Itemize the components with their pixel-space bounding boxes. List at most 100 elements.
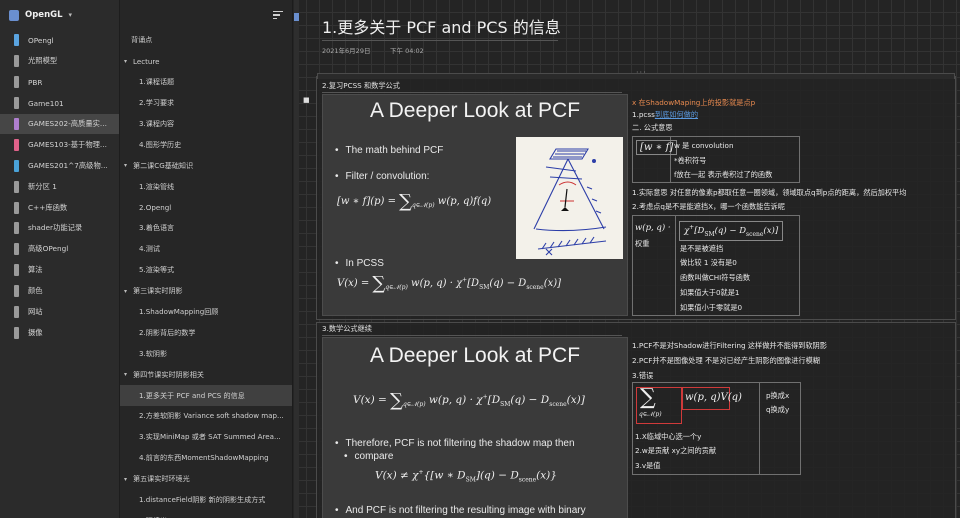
page-title[interactable]: 1.更多关于 PCF and PCS 的信息 [322, 14, 561, 38]
page-item[interactable]: 3.着色语言 [120, 218, 292, 239]
page-item[interactable]: 4.测试 [120, 239, 292, 260]
section-tab-item[interactable]: 高级OPengl [0, 239, 119, 260]
notebook-switcher[interactable]: OpenGL ▾ [0, 0, 119, 30]
note-line[interactable]: w 是 convolution [674, 141, 734, 151]
section-tab-item[interactable]: 光照模型 [0, 51, 119, 72]
page-item[interactable]: 4.前言的东西MomentShadowMapping [120, 448, 292, 469]
page-group-item[interactable]: ▾ 第四节课实时阴影相关 [120, 364, 292, 385]
note-line[interactable]: 2.w是贡献 xy之间的贡献 [635, 446, 716, 456]
note-line[interactable]: 1.实际意思 对任意的像素p都取任意一圈领域，领域取点q到p点的距离，然后加权平… [632, 188, 906, 198]
page-item[interactable]: 2.Opengl [120, 197, 292, 218]
section-tab-item[interactable]: PBR [0, 72, 119, 93]
note-line[interactable]: 函数叫做CHI符号函数 [680, 273, 750, 283]
page-item-label: 4.前言的东西MomentShadowMapping [139, 453, 269, 463]
note-line[interactable]: 做比较 1 没有是0 [680, 258, 737, 268]
section-tab-label: 摄像 [28, 327, 43, 337]
page-group-item[interactable]: ▾ 第五课实时环境光 [120, 469, 292, 490]
page-group-item[interactable]: ▾ Lecture [120, 51, 292, 72]
page-group-item[interactable]: ▾ 第三课实时阴影 [120, 281, 292, 302]
slide-bullet: And PCF is not filtering the resulting i… [335, 505, 586, 516]
section-heading-2[interactable]: 3.数学公式继续 [322, 324, 372, 334]
section-tab-item[interactable]: GAMES103-基于物理... [0, 134, 119, 155]
page-item-label: 1.distanceField阴影 新的阴影生成方式 [139, 495, 266, 505]
slide-bullet-cont: compare [344, 451, 394, 462]
note-line[interactable]: 1.X临域中心选一个y [635, 432, 701, 442]
note-line[interactable]: 如果值大于0就是1 [680, 288, 739, 298]
section-heading-1[interactable]: 2.复习PCSS 和数学公式 [322, 81, 400, 91]
slide-image-2[interactable]: A Deeper Look at PCF V(x) = ∑q∈𝒩(p) w(p,… [322, 337, 628, 518]
formula-pcss: V(x) = ∑q∈𝒩(p) w(p, q) · χ+[DSM(q) − Dsc… [337, 273, 562, 294]
page-list-header [120, 0, 292, 30]
heading-divider [322, 335, 622, 336]
note-line[interactable]: p换成x [766, 391, 789, 401]
slide-image-1[interactable]: A Deeper Look at PCF The math behind PCF… [322, 94, 628, 316]
section-tab-item[interactable]: 摄像 [0, 322, 119, 343]
note-line[interactable]: 如果值小于零就是0 [680, 303, 742, 313]
page-item[interactable]: 3.实现MiniMap 或者 SAT Summed Area... [120, 427, 292, 448]
container-drag-handle[interactable] [317, 68, 955, 79]
note-line[interactable]: 2.PCF并不是图像处理 不是对已经产生阴影的图像进行模糊 [632, 356, 820, 366]
collapse-chevron-icon[interactable]: ▾ [124, 58, 133, 65]
slide-title: A Deeper Look at PCF [369, 99, 581, 122]
collapse-chevron-icon[interactable]: ▾ [124, 476, 133, 483]
section-tab-item[interactable]: 网站 [0, 302, 119, 323]
section-tab-item[interactable]: GAMES202-高质量实... [0, 113, 119, 135]
page-item[interactable]: 2.方差软阴影 Variance soft shadow map... [120, 406, 292, 427]
note-line[interactable]: x 在ShadowMaping上的投影就是点p [632, 98, 755, 108]
note-line[interactable]: 是不是被遮挡 [680, 244, 723, 254]
note-line[interactable]: 3.错误 [632, 371, 653, 381]
collapse-chevron-icon[interactable]: ▾ [124, 162, 133, 169]
page-item[interactable]: 2.阴影背后的数学 [120, 322, 292, 343]
page-item[interactable]: 5.渲染等式 [120, 260, 292, 281]
page-item[interactable]: 背诵点 [120, 30, 292, 51]
page-item-label: 2.学习要求 [139, 98, 175, 108]
page-item[interactable]: 1.distanceField阴影 新的阴影生成方式 [120, 490, 292, 511]
note-line[interactable]: 二. 公式意思 [632, 123, 673, 133]
collapse-chevron-icon[interactable]: ▾ [124, 371, 133, 378]
chevron-down-icon[interactable]: ▾ [69, 11, 73, 19]
page-group-item[interactable]: ▾ 第二课CG基础知识 [120, 155, 292, 176]
note-line[interactable]: q换成y [766, 405, 789, 415]
note-line[interactable]: 权重 [635, 239, 649, 249]
note-link[interactable]: 到底如何做的 [655, 110, 698, 119]
section-color-tab-icon [14, 285, 19, 298]
section-tab-item[interactable]: C++库函数 [0, 197, 119, 218]
paragraph-handle-icon[interactable]: ■ [303, 96, 310, 104]
heading-divider [322, 92, 622, 93]
note-line[interactable]: 1.pcss到底如何做的 [632, 110, 698, 120]
sort-icon[interactable] [273, 10, 283, 20]
section-tab-item[interactable]: 新分区 1 [0, 176, 119, 197]
page-list: 背诵点 ▾ Lecture 1.课程话题 2.学习要求 3.课程内容 4.图形学历史 ▾ 第二课… [120, 30, 292, 518]
section-color-tab-icon [14, 138, 19, 151]
page-canvas[interactable]: 1.更多关于 PCF and PCS 的信息 2021年6月29日 下午 04:… [294, 0, 960, 518]
collapse-chevron-icon[interactable]: ▾ [124, 288, 133, 295]
page-item[interactable]: 3.软阴影 [120, 343, 292, 364]
page-item[interactable]: 1.ShadowMapping回顾 [120, 302, 292, 323]
page-item[interactable]: 1.更多关于 PCF and PCS 的信息 [120, 385, 292, 407]
note-line[interactable]: 3.v是值 [635, 461, 661, 471]
section-color-tab-icon [14, 34, 19, 47]
slide-bullet: The math behind PCF [335, 145, 444, 156]
page-item[interactable]: 2.环境光 [120, 510, 292, 518]
note-line[interactable]: 1.PCF不是对Shadow进行Filtering 这样做并不能得到软阴影 [632, 341, 827, 351]
page-item[interactable]: 3.课程内容 [120, 114, 292, 135]
section-tab-item[interactable]: OPengl [0, 30, 119, 51]
section-tab-item[interactable]: 算法 [0, 260, 119, 281]
page-date: 2021年6月29日 [322, 47, 371, 55]
section-tab-item[interactable]: shader功能记录 [0, 218, 119, 239]
note-line[interactable]: 2.考虑点q是不是能遮挡X，哪一个函数能告诉呢 [632, 202, 785, 212]
page-item-label: 2.Opengl [139, 203, 172, 213]
note-line[interactable]: *卷积符号 [674, 156, 706, 166]
note-line[interactable]: f放在一起 表示卷积过了的函数 [674, 170, 772, 180]
section-tab-item[interactable]: Game101 [0, 93, 119, 114]
page-item-label: 3.软阴影 [139, 348, 168, 358]
section-tab-label: GAMES202-高质量实... [28, 119, 107, 128]
page-item[interactable]: 2.学习要求 [120, 93, 292, 114]
formula-not-equal: V(x) ≠ χ+{[w ∗ DSM](q) − Dscene(x)} [375, 469, 557, 484]
page-item[interactable]: 1.课程话题 [120, 72, 292, 93]
section-color-tab-icon [14, 201, 19, 214]
page-item[interactable]: 1.渲染管线 [120, 176, 292, 197]
page-item[interactable]: 4.图形学历史 [120, 134, 292, 155]
section-tab-item[interactable]: GAMES201^7高级物... [0, 155, 119, 176]
section-tab-item[interactable]: 颜色 [0, 281, 119, 302]
